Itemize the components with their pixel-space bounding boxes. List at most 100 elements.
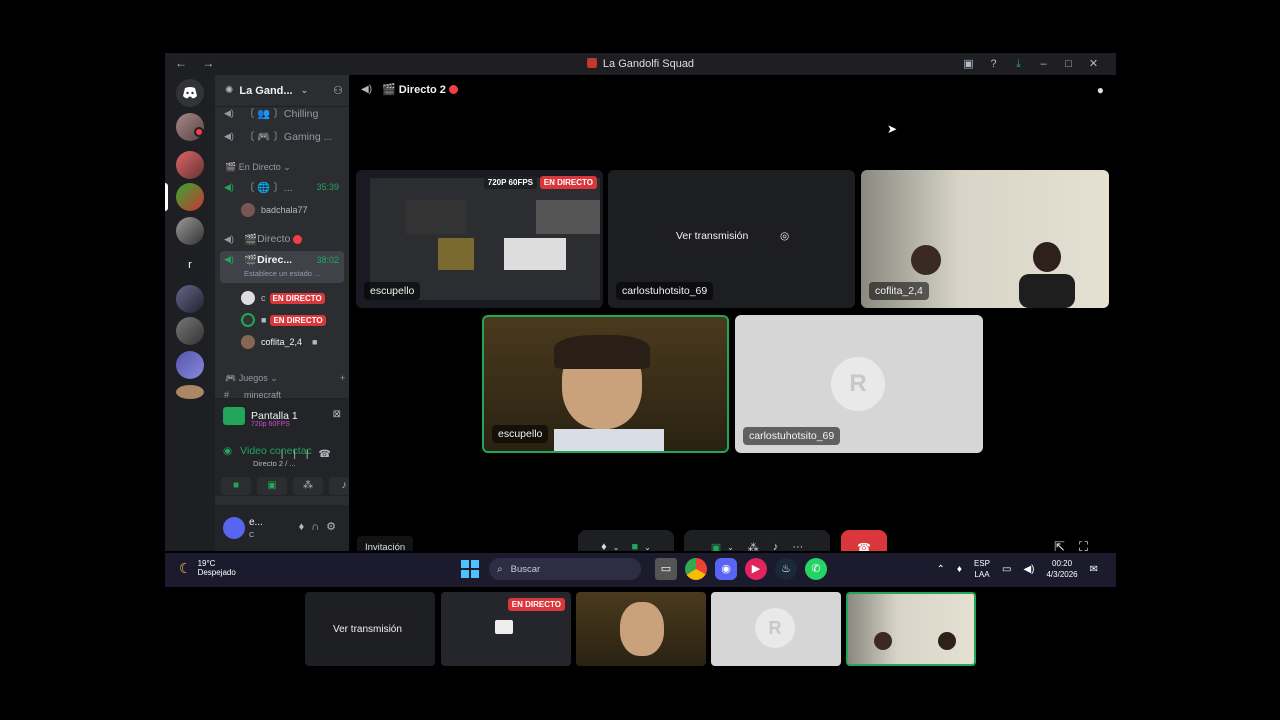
- activities-button[interactable]: ⁂: [293, 477, 323, 495]
- chevron-down-icon[interactable]: ⌄: [613, 543, 620, 552]
- category-en-directo[interactable]: 🎬 En Directo ⌄: [225, 162, 291, 173]
- server-settings-icon: ✺: [225, 85, 234, 96]
- stop-stream-icon[interactable]: ⊠: [333, 409, 341, 420]
- user-panel: e... C ♦∩⚙: [215, 505, 349, 551]
- video-tile-coflita[interactable]: coflita_2,4: [861, 170, 1109, 308]
- user-avatar[interactable]: [223, 517, 245, 539]
- voice-user-coflita[interactable]: coflita_2,4 ■: [241, 333, 317, 351]
- server-avatar-6[interactable]: [176, 351, 204, 379]
- thumbnail-4[interactable]: R: [711, 592, 841, 666]
- discord-window: ← → La Gandolfi Squad ▣ ? ⤓ – □ ✕ r ✺ La…: [165, 53, 1116, 551]
- volume-icon[interactable]: ◀): [1023, 564, 1034, 575]
- headphones-icon[interactable]: ∩: [311, 521, 326, 533]
- avatar-placeholder-icon: R: [831, 357, 885, 411]
- live-dot-icon: [448, 85, 458, 94]
- channel-directo[interactable]: ◀) 🎬 Directo: [220, 229, 344, 249]
- add-member-icon[interactable]: ⚇: [333, 84, 343, 97]
- window-title: La Gandolfi Squad: [602, 58, 695, 70]
- channel-directo-2[interactable]: ◀) 🎬 Direc... 38:02 Establece un estado ...: [220, 251, 344, 283]
- network-icon[interactable]: ▭: [1002, 564, 1011, 575]
- microphone-icon[interactable]: ♦: [957, 564, 962, 575]
- server-avatar-7[interactable]: [176, 385, 204, 399]
- voice-channel-link[interactable]: Directo 2 / ...: [253, 459, 296, 468]
- speaker-icon: ◀): [361, 84, 373, 95]
- speaker-active-icon: ◀): [224, 181, 234, 192]
- category-juegos[interactable]: 🎮 Juegos ⌄: [225, 373, 278, 384]
- camera-button[interactable]: ■: [221, 477, 251, 495]
- task-view-icon[interactable]: ▭: [655, 558, 677, 580]
- screen-share-button[interactable]: ▣: [257, 477, 287, 495]
- fullscreen-icon[interactable]: ⛶: [1079, 539, 1102, 551]
- thumbnail-1[interactable]: Ver transmisión: [305, 592, 435, 666]
- language-indicator[interactable]: ESP LAA: [974, 558, 990, 580]
- tile-username: coflita_2,4: [869, 282, 929, 300]
- chevron-down-icon[interactable]: ⌄: [644, 543, 651, 552]
- close-icon[interactable]: ✕: [1081, 57, 1106, 71]
- avatar: [241, 313, 255, 327]
- popout-icon[interactable]: ⇱: [1054, 539, 1079, 551]
- screen-share-icon[interactable]: ▣: [711, 541, 721, 552]
- speaker-icon: ◀): [224, 130, 234, 141]
- server-avatar-4[interactable]: [176, 285, 204, 313]
- video-tile-carlostuhotsito[interactable]: R carlostuhotsito_69: [735, 315, 983, 453]
- channel-gaming[interactable]: ◀) 〔 🎮 〕Gaming ...: [220, 126, 344, 146]
- whatsapp-icon[interactable]: ✆: [805, 558, 827, 580]
- voice-user-badchala[interactable]: badchala77: [241, 201, 308, 219]
- microphone-icon[interactable]: ♦: [299, 521, 312, 533]
- server-avatar-r[interactable]: r: [176, 251, 204, 279]
- camera-icon[interactable]: ■: [631, 541, 638, 551]
- chat-icon[interactable]: ●: [1097, 83, 1104, 97]
- inbox-icon[interactable]: ▣: [956, 57, 981, 71]
- server-avatar-2[interactable]: [176, 151, 204, 179]
- live-badge: EN DIRECTO: [539, 176, 597, 189]
- maximize-icon[interactable]: □: [1056, 57, 1081, 71]
- invite-button[interactable]: Invitación: [357, 536, 414, 551]
- chrome-icon[interactable]: [685, 558, 707, 580]
- weather-widget[interactable]: ☾ 19°C Despejado: [179, 559, 236, 577]
- mouse-cursor-icon: ➤: [887, 122, 898, 136]
- media-player-icon[interactable]: ▶: [745, 558, 767, 580]
- disconnect-button[interactable]: ☎: [841, 530, 887, 551]
- disconnect-icon[interactable]: ☎: [319, 449, 341, 460]
- microphone-icon[interactable]: ♦: [601, 541, 607, 551]
- download-icon[interactable]: ⤓: [1006, 57, 1031, 71]
- help-icon[interactable]: ?: [981, 57, 1006, 71]
- stream-tile-escupello[interactable]: 720P 60FPS EN DIRECTO escupello: [356, 170, 603, 308]
- watch-stream-button[interactable]: Ver transmisión: [666, 224, 759, 248]
- stream-tile-carlostuhotsito[interactable]: Ver transmisión ◎ carlostuhotsito_69: [608, 170, 855, 308]
- avatar: [241, 203, 255, 217]
- channel-globe[interactable]: ◀) 〔 🌐 〕... 35:39: [220, 177, 344, 197]
- more-options-icon[interactable]: ···: [792, 541, 803, 551]
- channel-sidebar: ✺ La Gand... ⌄ ⚇ ◀) 〔 👥 〕Chilling ◀) 〔 🎮 〕…: [215, 75, 349, 551]
- activities-icon[interactable]: ⁂: [748, 541, 759, 552]
- notifications-icon[interactable]: ✉: [1090, 564, 1098, 575]
- soundboard-icon[interactable]: ♪: [773, 541, 779, 551]
- server-avatar-5[interactable]: [176, 317, 204, 345]
- server-avatar-selected[interactable]: [176, 183, 204, 211]
- settings-icon[interactable]: ⚙: [326, 521, 343, 533]
- channel-chilling[interactable]: ◀) 〔 👥 〕Chilling: [220, 103, 344, 123]
- chevron-down-icon: ⌄: [300, 85, 309, 95]
- voice-user-c[interactable]: c EN DIRECTO: [241, 289, 325, 307]
- add-channel-icon[interactable]: +: [340, 373, 345, 383]
- thumbnail-3[interactable]: [576, 592, 706, 666]
- soundboard-button[interactable]: ♪: [329, 477, 349, 495]
- taskbar-search[interactable]: ⌕ Buscar: [489, 558, 641, 580]
- windows-start-icon[interactable]: [461, 560, 479, 578]
- thumbnail-2[interactable]: EN DIRECTO: [441, 592, 571, 666]
- chevron-up-icon[interactable]: ⌃: [936, 564, 944, 575]
- call-controls-mic-camera: ♦ ⌄ ■ ⌄: [578, 530, 674, 551]
- thumbnail-5[interactable]: [846, 592, 976, 666]
- minimize-icon[interactable]: –: [1031, 57, 1056, 71]
- server-avatar-3[interactable]: [176, 217, 204, 245]
- video-tile-escupello-speaking[interactable]: escupello: [482, 315, 729, 453]
- discord-home-icon[interactable]: [176, 79, 204, 107]
- chevron-down-icon[interactable]: ⌄: [727, 543, 734, 552]
- discord-taskbar-icon[interactable]: ◉: [715, 558, 737, 580]
- watch-together-icon[interactable]: ◎: [770, 224, 800, 248]
- voice-user-2[interactable]: ■ EN DIRECTO: [241, 311, 326, 329]
- selected-server-indicator: [165, 183, 168, 211]
- steam-icon[interactable]: ♨: [775, 558, 797, 580]
- clock[interactable]: 00:20 4/3/2026: [1046, 558, 1077, 580]
- noise-suppression-icon[interactable]: |||: [281, 449, 319, 460]
